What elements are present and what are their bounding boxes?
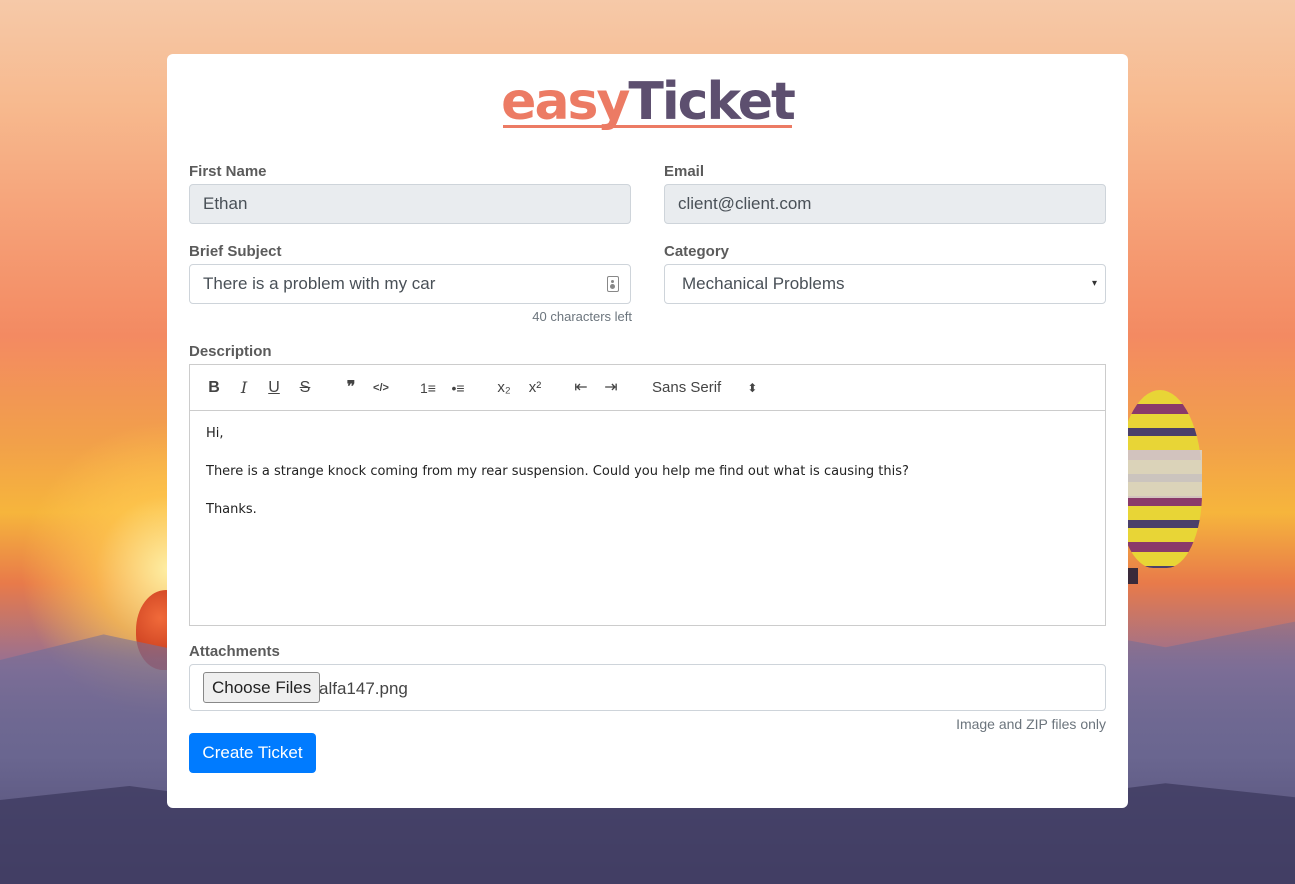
editor-line: Thanks. — [206, 502, 257, 517]
up-down-chevron-icon: ⬍ — [747, 381, 758, 395]
description-editor: B I U S ❞ </> 1≡ •≡ x₂ x² ⇤ ⇥ Sans Serif… — [189, 364, 1106, 626]
outdent-button[interactable]: ⇤ — [570, 377, 592, 399]
editor-toolbar: B I U S ❞ </> 1≡ •≡ x₂ x² ⇤ ⇥ Sans Serif… — [190, 365, 1105, 411]
easyticket-logo: easyTicket — [167, 70, 1128, 134]
logo-easy: easy — [501, 72, 630, 132]
superscript-button[interactable]: x² — [524, 377, 546, 399]
attachments-label: Attachments — [189, 643, 280, 660]
subject-label: Brief Subject — [189, 243, 282, 260]
balloon-basket — [1128, 568, 1138, 584]
bold-button[interactable]: B — [203, 377, 225, 399]
category-select[interactable]: Mechanical Problems ▾ — [664, 264, 1106, 304]
underline-button[interactable]: U — [263, 377, 285, 399]
logo-wordmark: easyTicket — [501, 70, 796, 134]
selected-file-name: alfa147.png — [319, 679, 408, 698]
bullet-list-button[interactable]: •≡ — [447, 377, 469, 399]
subject-field[interactable]: There is a problem with my car — [189, 264, 631, 304]
first-name-label: First Name — [189, 163, 267, 180]
email-label: Email — [664, 163, 705, 180]
subject-value: There is a problem with my car — [203, 274, 436, 293]
blockquote-button[interactable]: ❞ — [340, 377, 362, 399]
create-ticket-button[interactable]: Create Ticket — [189, 733, 316, 773]
category-value: Mechanical Problems — [682, 274, 845, 293]
chevron-down-icon: ▾ — [1091, 278, 1097, 289]
ordered-list-button[interactable]: 1≡ — [417, 377, 439, 399]
logo-underline — [503, 125, 792, 128]
balloon-band — [1118, 450, 1202, 498]
contact-card-icon[interactable] — [607, 276, 619, 292]
font-picker-label: Sans Serif — [652, 379, 722, 396]
editor-content[interactable]: Hi, There is a strange knock coming from… — [190, 411, 1105, 553]
category-label: Category — [664, 243, 730, 260]
subject-char-count: 40 characters left — [532, 309, 632, 324]
file-input: Choose Files alfa147.png — [189, 664, 1106, 711]
editor-line: There is a strange knock coming from my … — [206, 464, 909, 479]
subscript-button[interactable]: x₂ — [493, 377, 515, 399]
email-field[interactable]: client@client.com — [664, 184, 1106, 224]
first-name-field[interactable]: Ethan — [189, 184, 631, 224]
description-label: Description — [189, 343, 272, 360]
indent-button[interactable]: ⇥ — [600, 377, 622, 399]
code-block-button[interactable]: </> — [370, 377, 392, 399]
ticket-form-card: easyTicket First Name Ethan Email client… — [167, 54, 1128, 808]
logo-ticket: Ticket — [628, 72, 795, 132]
strike-button[interactable]: S — [294, 377, 316, 399]
attachments-hint: Image and ZIP files only — [956, 716, 1106, 732]
choose-files-button[interactable]: Choose Files — [203, 672, 321, 703]
editor-line: Hi, — [206, 426, 224, 441]
font-picker[interactable]: Sans Serif ⬍ — [652, 377, 757, 399]
italic-button[interactable]: I — [233, 377, 255, 399]
